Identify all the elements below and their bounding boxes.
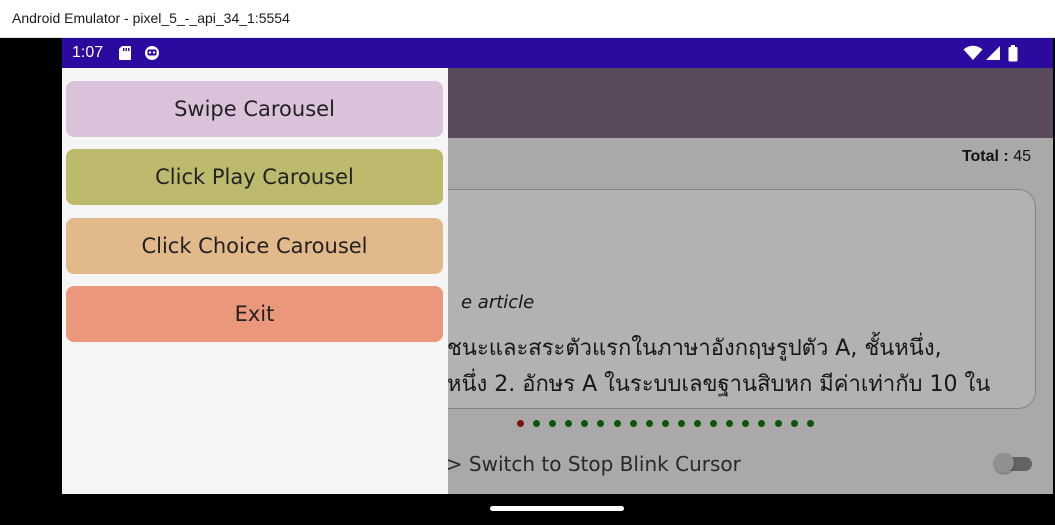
blink-cursor-toggle[interactable] <box>994 453 1034 473</box>
click-choice-carousel-button[interactable]: Click Choice Carousel <box>66 218 443 274</box>
exit-label: Exit <box>234 302 275 326</box>
indicator-dot-active <box>517 420 524 427</box>
signal-icon <box>986 46 1000 60</box>
click-play-carousel-label: Click Play Carousel <box>155 165 354 189</box>
click-choice-carousel-label: Click Choice Carousel <box>141 234 368 258</box>
status-time: 1:07 <box>72 44 104 61</box>
status-bar <box>62 38 1053 68</box>
indicator-dot <box>726 420 734 427</box>
indicator-dot <box>597 420 605 427</box>
toggle-thumb <box>994 453 1014 473</box>
battery-icon <box>1008 45 1018 62</box>
indicator-dot <box>790 420 798 427</box>
sd-card-icon <box>119 46 131 60</box>
card-definition-line-1: ชนะและสระตัวแรกในภาษาอังกฤษรูปตัว A, ชั้… <box>447 336 942 361</box>
navigation-drawer: Swipe Carousel Click Play Carousel Click… <box>62 68 448 494</box>
indicator-dot <box>565 420 573 427</box>
notification-icon <box>145 46 159 60</box>
indicator-dot <box>806 420 814 427</box>
blink-switch-label: h => Switch to Stop Blink Cursor <box>410 452 741 476</box>
window-title: Android Emulator - pixel_5_-_api_34_1:55… <box>12 10 290 26</box>
window-titlebar: Android Emulator - pixel_5_-_api_34_1:55… <box>0 0 1055 38</box>
total-label: Total : <box>961 148 1009 165</box>
total-count: Total : 45 <box>962 148 1031 166</box>
carousel-indicator <box>517 420 814 427</box>
indicator-dot <box>645 420 653 427</box>
gesture-nav-handle[interactable] <box>490 506 624 511</box>
total-value: 45 <box>1013 148 1031 165</box>
indicator-dot <box>774 420 782 427</box>
indicator-dot <box>549 420 557 427</box>
indicator-dot <box>677 420 685 427</box>
card-subtitle: e article <box>461 292 535 313</box>
indicator-dot <box>710 420 718 427</box>
indicator-dot <box>694 420 702 427</box>
card-definition-line-2: หนึ่ง 2. อักษร A ในระบบเลขฐานสิบหก มีค่า… <box>447 372 991 397</box>
exit-button[interactable]: Exit <box>66 286 443 342</box>
indicator-dot <box>581 420 589 427</box>
indicator-dot <box>758 420 766 427</box>
indicator-dot <box>533 420 541 427</box>
click-play-carousel-button[interactable]: Click Play Carousel <box>66 149 443 205</box>
indicator-dot <box>742 420 750 427</box>
indicator-dot <box>613 420 621 427</box>
indicator-dot <box>629 420 637 427</box>
swipe-carousel-button[interactable]: Swipe Carousel <box>66 81 443 137</box>
swipe-carousel-label: Swipe Carousel <box>174 97 335 121</box>
indicator-dot <box>661 420 669 427</box>
wifi-icon <box>963 45 983 60</box>
